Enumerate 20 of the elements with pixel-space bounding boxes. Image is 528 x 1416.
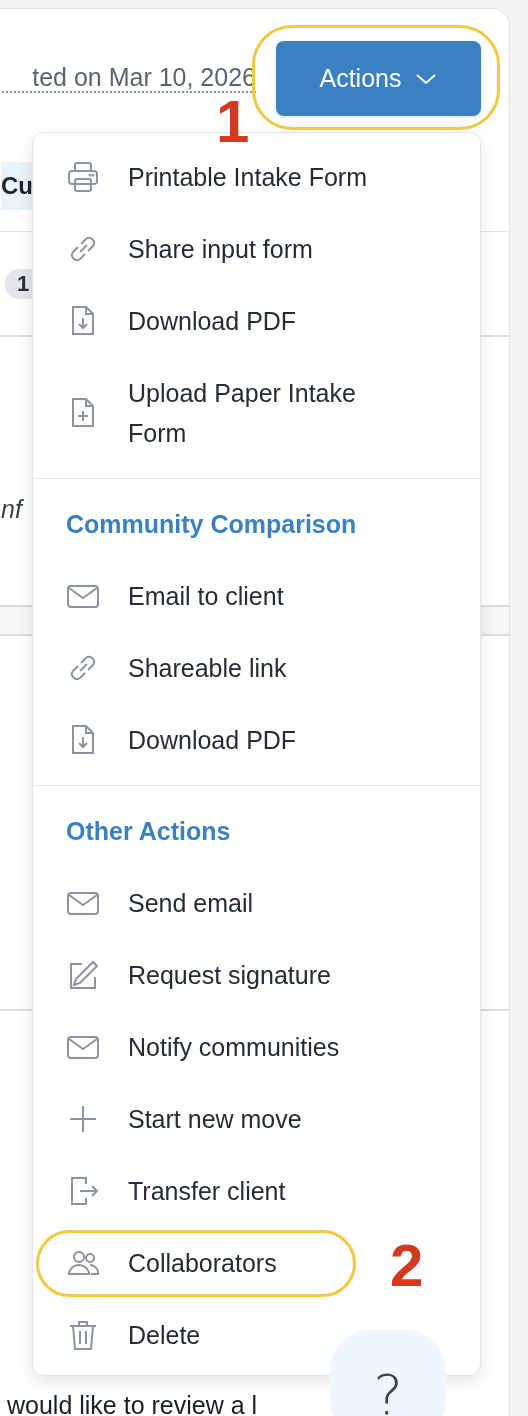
caret-icon bbox=[415, 72, 438, 85]
menu-item[interactable]: Shareable link bbox=[33, 632, 297, 704]
menu-item[interactable]: Email to client bbox=[33, 560, 294, 632]
menu-item[interactable]: Request signature bbox=[33, 939, 341, 1011]
menu-item[interactable]: Transfer client bbox=[33, 1155, 296, 1227]
menu-item[interactable]: Delete bbox=[33, 1299, 211, 1371]
menu-item[interactable]: Send email bbox=[33, 867, 264, 939]
body-text: would like to review a l bbox=[7, 1391, 258, 1416]
menu-item[interactable]: Notify communities bbox=[33, 1011, 350, 1083]
menu-item[interactable]: Upload Paper Intake Form bbox=[33, 357, 408, 469]
menu-section-heading: Other Actions bbox=[65, 816, 232, 847]
actions-button[interactable]: Actions bbox=[276, 41, 481, 116]
menu-section-heading: Community Comparison bbox=[65, 509, 358, 540]
menu-item[interactable]: Download PDF bbox=[33, 704, 307, 776]
menu-item[interactable]: Collaborators bbox=[33, 1227, 287, 1299]
step-number: 2 bbox=[390, 1236, 424, 1296]
italic-text: nf bbox=[1, 495, 22, 523]
help-button[interactable]: ? bbox=[330, 1330, 446, 1416]
menu-item[interactable]: Start new move bbox=[33, 1083, 312, 1155]
printer-icon bbox=[66, 160, 100, 194]
